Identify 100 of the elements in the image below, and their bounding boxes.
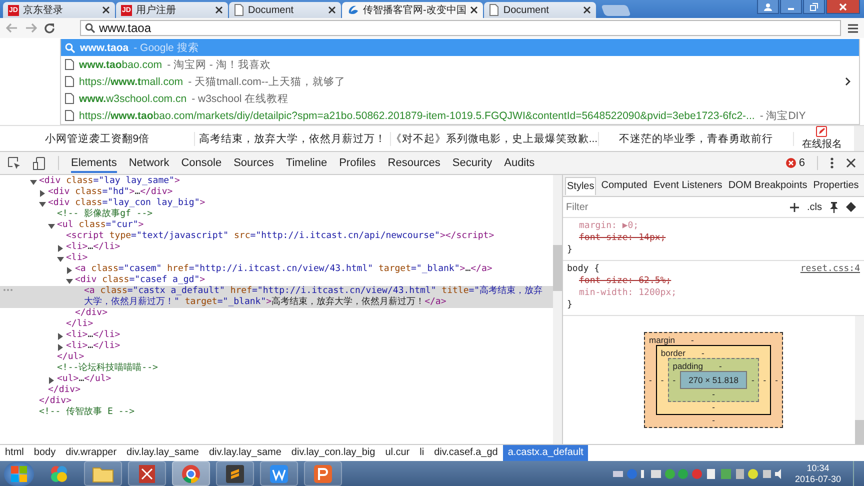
breadcrumb-item[interactable]: div.lay.lay_same — [122, 445, 204, 461]
editor-app-icon[interactable] — [216, 461, 254, 486]
breadcrumb-item[interactable]: div.lay_con.lay_big — [286, 445, 380, 461]
address-field[interactable]: www.taoa — [80, 20, 841, 36]
browser-tab[interactable]: 传智播客官网-改变中国 — [342, 2, 484, 18]
browser-app-icon[interactable] — [172, 461, 210, 486]
suggestion-item[interactable]: https://www.taobao.com/markets/diy/detailpic?spm=a21bo.50862.201879-item-1019.5.FGQJWI&contentId=5648522090&pvid=3ebe1723-6fc2-... - 淘宝DIY — [61, 107, 859, 124]
close-icon[interactable] — [215, 6, 223, 14]
page-icon — [65, 59, 74, 70]
devtools-tab[interactable]: Elements — [71, 153, 117, 173]
close-icon[interactable] — [846, 158, 856, 168]
devtools-tab[interactable]: Audits — [504, 153, 535, 173]
close-icon[interactable] — [583, 6, 592, 14]
code-line: </div> — [39, 396, 73, 407]
devtools-tab[interactable]: Resources — [388, 153, 440, 173]
devtools-tab[interactable]: Network — [128, 153, 170, 173]
code-line: <div class="lay_con lay_big"> — [48, 198, 206, 208]
code-line: <!-- 影像故事gf --> — [57, 209, 154, 220]
tree-row[interactable]: <!-- 影像故事gf --> — [0, 209, 553, 220]
menu-icon[interactable] — [848, 24, 858, 32]
inspect-icon[interactable] — [8, 156, 21, 170]
sidebar-tab[interactable]: Properties — [812, 177, 860, 194]
tree-row[interactable]: <div class="lay_con lay_big"> — [0, 198, 553, 209]
tree-row[interactable]: <ul>…</ul> — [0, 374, 553, 385]
restore-icon[interactable] — [803, 0, 825, 14]
tree-row[interactable]: <li>…</li> — [0, 341, 553, 352]
close-icon[interactable] — [102, 6, 110, 14]
clock-date[interactable]: 2016-07-30 — [794, 474, 841, 484]
sidebar-tab[interactable]: Event Listeners — [652, 177, 724, 194]
headline-link[interactable]: 《对不起》系列微电影，史上最爆笑致歉... — [390, 132, 599, 146]
tree-row[interactable]: <script type="text/javascript" src="http://i.itcast.cn/api/newcourse"></script> — [0, 231, 553, 242]
pen-icon — [816, 126, 828, 137]
search-icon — [65, 42, 75, 52]
devtools-tab[interactable]: Timeline — [286, 153, 328, 173]
close-icon[interactable] — [470, 6, 478, 14]
tree-row[interactable]: <!-- 传智故事 E --> — [0, 407, 553, 418]
tab-title: 京东登录 — [22, 4, 64, 17]
plus-icon[interactable] — [790, 202, 799, 212]
slides-app-icon[interactable] — [304, 461, 342, 486]
tree-row[interactable]: <li> — [0, 253, 553, 264]
clock-time[interactable]: 10:34 — [806, 462, 830, 474]
browser-tab[interactable]: Document — [229, 2, 341, 18]
breadcrumb-item[interactable]: ul.cur — [380, 445, 415, 461]
headline-link[interactable]: 高考结束，放弃大学，依然月薪过万！ — [195, 132, 391, 146]
tree-row[interactable]: <!--论坛科技喵喵喵--> — [0, 363, 553, 374]
tree-row[interactable]: <div class="casef a_gd"> — [0, 275, 553, 286]
suggestion-item[interactable]: www.w3school.com.cn - w3school 在线教程 — [61, 90, 859, 107]
browser-tab[interactable]: Document — [484, 2, 596, 18]
breadcrumb-item[interactable]: body — [28, 445, 61, 461]
css-property[interactable]: font-size: 62.5%; — [567, 275, 860, 287]
source-link[interactable]: reset.css:4 — [800, 263, 860, 275]
pdf-app-icon[interactable] — [128, 461, 166, 486]
devtools-tab[interactable]: Profiles — [339, 153, 376, 173]
sidebar-tab[interactable]: DOM Breakpoints — [727, 177, 808, 194]
writer-app-icon[interactable] — [260, 461, 298, 486]
tree-row[interactable]: <a class="casem" href="http://i.itcast.cn/view/43.html" target="_blank">…</a> — [0, 264, 553, 275]
sidebar-tab[interactable]: Computed — [600, 177, 648, 194]
tree-row[interactable]: <div class="hd">…</div> — [0, 187, 553, 198]
minimize-icon[interactable] — [780, 0, 802, 14]
start-button[interactable] — [4, 462, 34, 486]
suggestion-item[interactable]: https://www.tmall.com - 天猫tmall.com--上天猫，就够了 — [61, 73, 859, 90]
breadcrumb-item[interactable]: html — [0, 445, 29, 461]
headline-link[interactable]: 小网管逆袭工资翻9倍 — [0, 132, 196, 146]
user-icon[interactable] — [757, 0, 779, 14]
close-icon[interactable] — [328, 6, 336, 14]
breadcrumb-item[interactable]: div.wrapper — [60, 445, 122, 461]
scrollbar-thumb[interactable] — [553, 245, 562, 291]
scrollbar[interactable] — [854, 126, 864, 151]
reload-icon[interactable] — [44, 22, 55, 34]
signup-link[interactable]: 在线报名 — [802, 137, 842, 151]
box-value: - — [751, 375, 754, 385]
breadcrumb-item[interactable]: li — [414, 445, 430, 461]
tree-row[interactable]: <div class="lay lay_same"> — [0, 176, 553, 187]
sidebar-tab[interactable]: Styles — [565, 176, 596, 194]
box-value: - — [712, 402, 715, 412]
more-icon[interactable] — [830, 157, 834, 169]
tree-row[interactable]: <li>…</li> — [0, 242, 553, 253]
system-tray-drawing[interactable] — [612, 466, 783, 480]
devtools-tab[interactable]: Security — [452, 153, 492, 173]
tree-row[interactable]: <li>…</li> — [0, 330, 553, 341]
error-count[interactable]: 6 — [798, 157, 805, 169]
code-line: <script type="text/javascript" src="http://i.itcast.cn/api/newcourse"></script> — [66, 231, 496, 242]
pin-icon[interactable] — [830, 202, 838, 212]
device-icon[interactable] — [33, 156, 46, 170]
breadcrumb-item[interactable]: div.lay.lay_same — [204, 445, 286, 461]
suggestion-item[interactable]: www.taobao.com - 淘宝网 - 淘！我喜欢 — [61, 56, 859, 73]
folder-app-icon[interactable] — [84, 461, 122, 486]
chevron-right-icon[interactable] — [845, 77, 851, 86]
devtools-tab[interactable]: Console — [181, 153, 222, 173]
headline-link[interactable]: 不迷茫的毕业季，青春勇敢前行 — [598, 132, 794, 146]
close-icon[interactable] — [826, 0, 860, 14]
diamond-icon[interactable] — [846, 202, 856, 212]
breadcrumb-item[interactable]: div.casef.a_gd — [429, 445, 503, 461]
devtools-tab[interactable]: Sources — [234, 153, 274, 173]
scrollbar-thumb[interactable] — [855, 420, 864, 444]
tree-row[interactable]: <a class="castx a_default" href="http://i.itcast.cn/view/43.html" title="高考结束，放弃大学，依然月薪过万！" target="_blank">高考结束，放弃大学，依然月薪过万！</a> — [0, 286, 553, 308]
css-property[interactable]: font-size: 14px; — [567, 232, 860, 244]
tree-row[interactable]: <ul class="cur"> — [0, 220, 553, 231]
breadcrumb-item[interactable]: a.castx.a_default — [502, 445, 588, 461]
cls-toggle[interactable]: .cls — [807, 202, 822, 212]
